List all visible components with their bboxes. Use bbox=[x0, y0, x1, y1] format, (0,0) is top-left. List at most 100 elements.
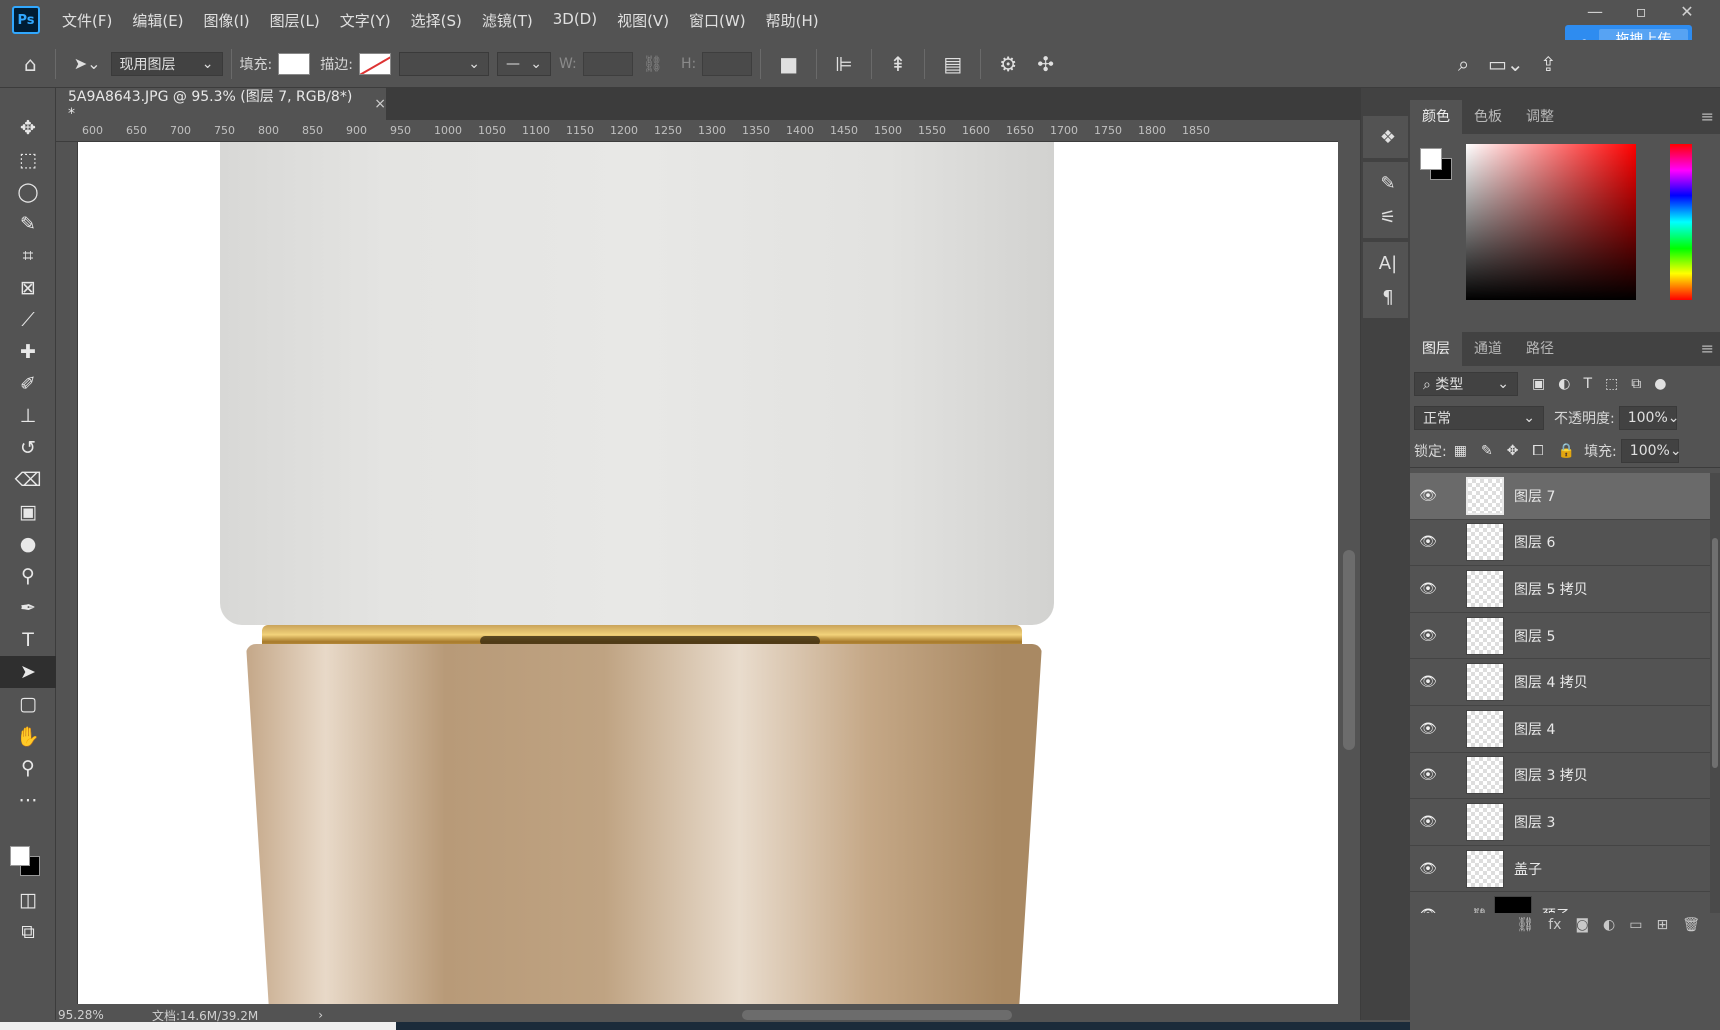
color-swatches[interactable] bbox=[0, 816, 55, 876]
toolbar-collapse[interactable] bbox=[0, 88, 55, 112]
tab-layers[interactable]: 图层 bbox=[1410, 332, 1462, 366]
lock-all-icon[interactable]: 🔒 bbox=[1558, 443, 1575, 459]
menu-edit[interactable]: 编辑(E) bbox=[132, 10, 183, 31]
history-brush-tool-icon[interactable]: ↺ bbox=[0, 432, 56, 464]
home-icon[interactable]: ⌂ bbox=[24, 52, 37, 76]
visibility-eye-icon[interactable]: 👁 bbox=[1410, 674, 1446, 690]
move-tool-icon[interactable]: ✥ bbox=[0, 112, 56, 144]
stroke-type-dropdown[interactable]: — ⌄ bbox=[496, 51, 551, 76]
layer-row[interactable]: 👁 图层 4 bbox=[1410, 705, 1710, 753]
width-input[interactable] bbox=[582, 51, 633, 76]
stroke-width-dropdown[interactable]: ⌄ bbox=[398, 51, 489, 76]
visibility-eye-icon[interactable]: 👁 bbox=[1410, 767, 1446, 783]
foreground-color-swatch[interactable] bbox=[1420, 148, 1442, 170]
fill-swatch[interactable] bbox=[278, 52, 311, 75]
visibility-eye-icon[interactable]: 👁 bbox=[1410, 581, 1446, 597]
character-icon[interactable]: A| bbox=[1365, 246, 1411, 280]
layer-select-dropdown[interactable]: 现用图层 ⌄ bbox=[110, 51, 223, 76]
scroll-thumb[interactable] bbox=[1343, 550, 1355, 750]
frame-tool-icon[interactable]: ⊠ bbox=[0, 272, 56, 304]
tab-paths[interactable]: 路径 bbox=[1514, 332, 1566, 366]
visibility-eye-icon[interactable]: 👁 bbox=[1410, 628, 1446, 644]
align-edges-icon[interactable]: ▤ bbox=[943, 52, 962, 76]
path-alignment-icon[interactable]: ⊫ bbox=[835, 52, 852, 76]
zoom-tool-icon[interactable]: ⚲ bbox=[0, 752, 56, 784]
new-group-icon[interactable]: ▭ bbox=[1629, 917, 1642, 933]
menu-file[interactable]: 文件(F) bbox=[62, 10, 112, 31]
visibility-eye-icon[interactable]: 👁 bbox=[1410, 814, 1446, 830]
filter-pixel-icon[interactable]: ▣ bbox=[1532, 376, 1545, 392]
panel-menu-icon[interactable]: ≡ bbox=[1689, 100, 1720, 134]
more-tools-icon[interactable]: ⋯ bbox=[0, 784, 56, 816]
hue-slider[interactable] bbox=[1670, 144, 1692, 300]
workspace-icon[interactable]: ▭⌄ bbox=[1488, 52, 1524, 76]
warp-icon[interactable]: ✣ bbox=[1037, 52, 1054, 76]
path-selection-icon[interactable]: ➤⌄ bbox=[74, 54, 101, 73]
filter-adjustment-icon[interactable]: ◐ bbox=[1558, 376, 1570, 392]
close-tab-icon[interactable]: × bbox=[374, 96, 386, 112]
crop-tool-icon[interactable]: ⌗ bbox=[0, 240, 56, 272]
stroke-swatch[interactable] bbox=[358, 52, 391, 75]
saturation-value-field[interactable] bbox=[1466, 144, 1636, 300]
dodge-tool-icon[interactable]: ⚲ bbox=[0, 560, 56, 592]
eyedropper-tool-icon[interactable]: ⟋ bbox=[0, 304, 56, 336]
zoom-level[interactable]: 95.28% bbox=[58, 1008, 138, 1022]
pen-tool-icon[interactable]: ✒ bbox=[0, 592, 56, 624]
eraser-tool-icon[interactable]: ⌫ bbox=[0, 464, 56, 496]
quick-select-tool-icon[interactable]: ✎ bbox=[0, 208, 56, 240]
layer-row[interactable]: 👁 图层 4 拷贝 bbox=[1410, 659, 1710, 706]
tab-channels[interactable]: 通道 bbox=[1462, 332, 1514, 366]
document-tab[interactable]: 5A9A8643.JPG @ 95.3% (图层 7, RGB/8*) * × bbox=[56, 88, 386, 122]
lock-artboard-icon[interactable]: ⧠ bbox=[1532, 443, 1543, 459]
menu-select[interactable]: 选择(S) bbox=[411, 10, 462, 31]
search-icon[interactable]: ⌕ bbox=[1458, 52, 1469, 76]
tab-adjustments[interactable]: 调整 bbox=[1514, 100, 1566, 134]
panel-menu-icon[interactable]: ≡ bbox=[1689, 332, 1720, 366]
properties-icon[interactable]: ⚟ bbox=[1365, 200, 1411, 234]
scroll-thumb[interactable] bbox=[1712, 538, 1718, 768]
path-selection-tool-icon[interactable]: ➤ bbox=[0, 656, 56, 688]
add-mask-icon[interactable]: ◙ bbox=[1575, 917, 1589, 933]
foreground-color-swatch[interactable] bbox=[10, 846, 30, 866]
visibility-eye-icon[interactable]: 👁 bbox=[1410, 488, 1446, 504]
layer-style-icon[interactable]: fx bbox=[1548, 917, 1561, 933]
quick-mask-icon[interactable]: ◫ bbox=[0, 884, 56, 916]
libraries-icon[interactable]: ❖ bbox=[1365, 120, 1411, 154]
scroll-thumb[interactable] bbox=[742, 1010, 1012, 1020]
menu-3d[interactable]: 3D(D) bbox=[553, 10, 597, 31]
menu-view[interactable]: 视图(V) bbox=[617, 10, 669, 31]
hand-tool-icon[interactable]: ✋ bbox=[0, 720, 56, 752]
filter-toggle-icon[interactable]: ● bbox=[1654, 376, 1666, 392]
lasso-tool-icon[interactable]: ◯ bbox=[0, 176, 56, 208]
filter-smart-object-icon[interactable]: ⧉ bbox=[1631, 376, 1641, 392]
lock-pixels-icon[interactable]: ✎ bbox=[1481, 443, 1493, 459]
menu-layer[interactable]: 图层(L) bbox=[270, 10, 320, 31]
menu-window[interactable]: 窗口(W) bbox=[689, 10, 746, 31]
layer-filter-dropdown[interactable]: ⌕ 类型 ⌄ bbox=[1414, 372, 1518, 396]
menu-type[interactable]: 文字(Y) bbox=[340, 10, 391, 31]
paragraph-icon[interactable]: ¶ bbox=[1365, 280, 1411, 314]
vertical-scrollbar[interactable] bbox=[1338, 120, 1360, 1004]
fill-input[interactable]: 100% ⌄ bbox=[1620, 438, 1682, 463]
lock-transparency-icon[interactable]: ▦ bbox=[1454, 443, 1467, 459]
height-input[interactable] bbox=[702, 51, 753, 76]
delete-layer-icon[interactable]: 🗑 bbox=[1682, 917, 1700, 933]
status-arrow-icon[interactable]: › bbox=[318, 1008, 323, 1022]
type-tool-icon[interactable]: T bbox=[0, 624, 56, 656]
share-icon[interactable]: ⇪ bbox=[1540, 52, 1557, 76]
menu-help[interactable]: 帮助(H) bbox=[766, 10, 819, 31]
blur-tool-icon[interactable]: ● bbox=[0, 528, 56, 560]
lock-position-icon[interactable]: ✥ bbox=[1507, 443, 1519, 459]
horizontal-scrollbar[interactable] bbox=[356, 1010, 1356, 1020]
healing-brush-tool-icon[interactable]: ✚ bbox=[0, 336, 56, 368]
visibility-eye-icon[interactable]: 👁 bbox=[1410, 534, 1446, 550]
blend-mode-dropdown[interactable]: 正常 ⌄ bbox=[1414, 406, 1544, 430]
marquee-tool-icon[interactable]: ⬚ bbox=[0, 144, 56, 176]
maximize-icon[interactable]: ▫ bbox=[1618, 2, 1664, 21]
new-adjustment-icon[interactable]: ◐ bbox=[1603, 917, 1615, 933]
new-layer-icon[interactable]: ⊞ bbox=[1656, 917, 1668, 933]
opacity-input[interactable]: 100% ⌄ bbox=[1618, 406, 1679, 430]
shape-tool-icon[interactable]: ▢ bbox=[0, 688, 56, 720]
layer-row[interactable]: 👁 图层 7 bbox=[1410, 473, 1710, 520]
path-arrangement-icon[interactable]: ⇞ bbox=[890, 52, 907, 76]
